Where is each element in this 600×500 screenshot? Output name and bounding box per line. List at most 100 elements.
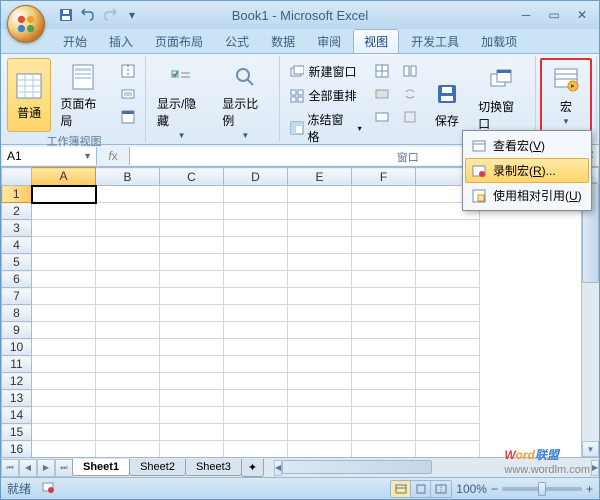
- cell[interactable]: [96, 305, 160, 322]
- cell[interactable]: [352, 339, 416, 356]
- tab-view[interactable]: 视图: [353, 29, 399, 53]
- split-button[interactable]: [369, 60, 395, 82]
- office-button[interactable]: [7, 5, 45, 43]
- cell[interactable]: [352, 356, 416, 373]
- scroll-left-icon[interactable]: ◀: [274, 460, 282, 476]
- row-header[interactable]: 12: [2, 373, 32, 390]
- cell[interactable]: [352, 203, 416, 220]
- cell[interactable]: [416, 407, 480, 424]
- cell[interactable]: [224, 288, 288, 305]
- cell[interactable]: [352, 441, 416, 458]
- col-header[interactable]: D: [224, 168, 288, 186]
- unhide-button[interactable]: [369, 106, 395, 128]
- cell[interactable]: [32, 373, 96, 390]
- cell[interactable]: [224, 220, 288, 237]
- col-header[interactable]: C: [160, 168, 224, 186]
- cell[interactable]: [352, 390, 416, 407]
- cell[interactable]: [416, 254, 480, 271]
- col-header[interactable]: E: [288, 168, 352, 186]
- cell[interactable]: [288, 356, 352, 373]
- tab-formulas[interactable]: 公式: [215, 30, 259, 53]
- cell[interactable]: [160, 441, 224, 458]
- cell[interactable]: [160, 237, 224, 254]
- prev-sheet-button[interactable]: ◀: [19, 459, 37, 477]
- cell[interactable]: [32, 186, 96, 203]
- cell[interactable]: [416, 305, 480, 322]
- row-header[interactable]: 11: [2, 356, 32, 373]
- reset-pos-button[interactable]: [397, 106, 423, 128]
- cell[interactable]: [224, 441, 288, 458]
- cell[interactable]: [288, 441, 352, 458]
- restore-button[interactable]: ▭: [541, 6, 567, 24]
- tab-review[interactable]: 审阅: [307, 30, 351, 53]
- cell[interactable]: [288, 271, 352, 288]
- cell[interactable]: [32, 441, 96, 458]
- cell[interactable]: [96, 373, 160, 390]
- row-header[interactable]: 16: [2, 441, 32, 458]
- row-header[interactable]: 8: [2, 305, 32, 322]
- tab-data[interactable]: 数据: [261, 30, 305, 53]
- cell[interactable]: [288, 305, 352, 322]
- cell[interactable]: [416, 356, 480, 373]
- tab-addins[interactable]: 加载项: [471, 30, 527, 53]
- cell[interactable]: [32, 339, 96, 356]
- sheet-tab[interactable]: Sheet1: [72, 459, 130, 476]
- cell[interactable]: [32, 288, 96, 305]
- cell[interactable]: [288, 203, 352, 220]
- sheet-tab[interactable]: Sheet3: [185, 459, 242, 476]
- cell[interactable]: [288, 220, 352, 237]
- cell[interactable]: [96, 339, 160, 356]
- page-layout-shortcut[interactable]: [411, 481, 431, 497]
- row-header[interactable]: 4: [2, 237, 32, 254]
- row-header[interactable]: 13: [2, 390, 32, 407]
- minimize-button[interactable]: ─: [513, 6, 539, 24]
- cell[interactable]: [416, 237, 480, 254]
- cell[interactable]: [160, 356, 224, 373]
- cell[interactable]: [352, 271, 416, 288]
- macros-button[interactable]: 宏 ▼: [543, 61, 589, 129]
- cell[interactable]: [224, 237, 288, 254]
- cell[interactable]: [160, 288, 224, 305]
- zoom-button[interactable]: 显示比例 ▼: [215, 58, 275, 143]
- cell[interactable]: [288, 288, 352, 305]
- page-layout-view-button[interactable]: 页面布局: [53, 58, 113, 132]
- select-all-corner[interactable]: [2, 168, 32, 186]
- cell[interactable]: [160, 339, 224, 356]
- cell[interactable]: [32, 390, 96, 407]
- cell[interactable]: [288, 373, 352, 390]
- cell[interactable]: [96, 271, 160, 288]
- cell[interactable]: [288, 407, 352, 424]
- cell[interactable]: [224, 203, 288, 220]
- next-sheet-button[interactable]: ▶: [37, 459, 55, 477]
- last-sheet-button[interactable]: ⏭: [55, 459, 73, 477]
- new-sheet-tab[interactable]: ✦: [241, 459, 264, 477]
- tab-insert[interactable]: 插入: [99, 30, 143, 53]
- chevron-down-icon[interactable]: ▼: [83, 151, 92, 161]
- cell[interactable]: [96, 424, 160, 441]
- row-header[interactable]: 10: [2, 339, 32, 356]
- pagebreak-shortcut[interactable]: [431, 481, 451, 497]
- cell[interactable]: [32, 424, 96, 441]
- cell[interactable]: [160, 186, 224, 203]
- cell[interactable]: [416, 424, 480, 441]
- show-hide-button[interactable]: 显示/隐藏 ▼: [150, 58, 213, 143]
- arrange-all-button[interactable]: 全部重排: [284, 84, 366, 107]
- cell[interactable]: [32, 407, 96, 424]
- row-header[interactable]: 9: [2, 322, 32, 339]
- row-header[interactable]: 6: [2, 271, 32, 288]
- cell[interactable]: [160, 305, 224, 322]
- row-header[interactable]: 5: [2, 254, 32, 271]
- cell[interactable]: [160, 390, 224, 407]
- cell[interactable]: [96, 407, 160, 424]
- cell[interactable]: [160, 424, 224, 441]
- tab-developer[interactable]: 开发工具: [401, 30, 469, 53]
- cell[interactable]: [96, 288, 160, 305]
- cell[interactable]: [32, 305, 96, 322]
- hide-button[interactable]: [369, 83, 395, 105]
- row-header[interactable]: 3: [2, 220, 32, 237]
- cell[interactable]: [160, 407, 224, 424]
- row-header[interactable]: 7: [2, 288, 32, 305]
- cell[interactable]: [224, 373, 288, 390]
- fullscreen-button[interactable]: [115, 106, 141, 128]
- cell[interactable]: [96, 390, 160, 407]
